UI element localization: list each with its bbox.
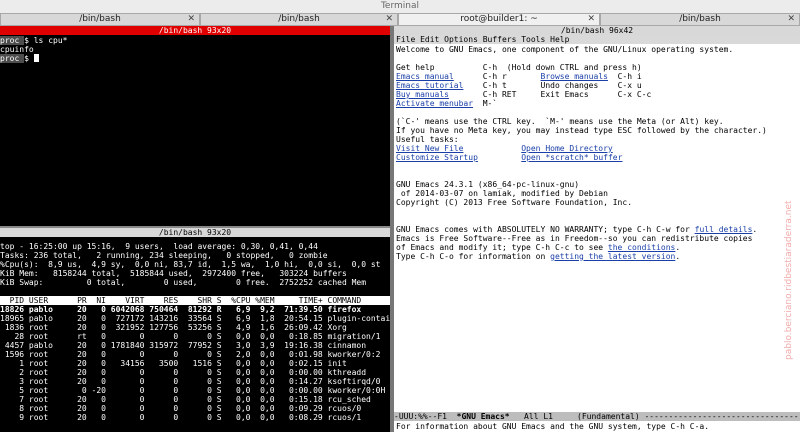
help-item[interactable]: Buy manuals [396,90,449,99]
table-row: 1596 root 20 0 0 0 0 S 2,0 0,0 0:01.98 k… [0,350,381,359]
help-item[interactable]: Emacs tutorial [396,81,463,90]
emacs-menubar[interactable]: File Edit Options Buffers Tools Help [394,35,800,44]
window-title: Terminal [0,0,800,13]
conditions-link[interactable]: the conditions [608,243,675,252]
help-key: C-h r [482,72,507,81]
pane-title: /bin/bash 93x20 [0,26,390,35]
table-row: 9 root 20 0 0 0 0 S 0,0 0,0 0:08.29 rcuo… [0,413,362,422]
table-row: 18826 pablo 20 0 6042068 750464 81292 R … [0,305,362,314]
process-table-header: PID USER PR NI VIRT RES SHR S %CPU %MEM … [0,296,390,305]
prompt-label: proc [0,36,20,45]
full-details-link[interactable]: full details [695,225,753,234]
help-line: Activate menubar M-` [396,99,541,108]
table-row: 2 root 20 0 0 0 0 S 0,0 0,0 0:00.00 kthr… [0,368,367,377]
cursor [33,54,39,62]
help-key: M-` [482,99,498,108]
help-item[interactable]: Emacs manual [396,72,454,81]
tab-label: /bin/bash [278,14,320,24]
task-link[interactable]: Customize Startup [396,153,478,162]
terminal-pane-bottom-left[interactable]: /bin/bash 93x20 top - 16:25:00 up 15:16,… [0,228,390,432]
top-summary: top - 16:25:00 up 15:16, 9 users, load a… [0,242,381,287]
help-key: C-h RET [482,90,517,99]
help-key: C-h (Hold down CTRL and press h) [482,63,642,72]
table-row: 7 root 20 0 0 0 0 S 0,0 0,0 0:15.18 rcu_… [0,395,371,404]
emacs-buffer: Welcome to GNU Emacs, one component of t… [396,45,767,261]
terminal-pane-top-left[interactable]: /bin/bash 93x20 proc $ ls cpu* cpuinfo p… [0,26,390,226]
table-row: 8 root 20 0 0 0 0 S 0,0 0,0 0:09.29 rcuo… [0,404,362,413]
task-line: Visit New File Open Home Directory [396,144,613,153]
emacs-echo-area: For information about GNU Emacs and the … [396,422,710,431]
emacs-modeline: -UUU:%%--F1 *GNU Emacs* All L1 (Fundamen… [394,412,800,421]
task-link[interactable]: Visit New File [396,144,463,153]
help-item[interactable]: Activate menubar [396,99,473,108]
latest-version-link[interactable]: getting the latest version [550,252,675,261]
table-row: 28 root rt 0 0 0 0 S 0,0 0,0 0:18.85 mig… [0,332,381,341]
close-icon[interactable]: ✕ [787,14,795,25]
help-key: C-x C-c [617,90,652,99]
tab-label: root@builder1: ~ [460,14,538,24]
help-line: Emacs manual C-h r Browse manuals C-h i [396,72,642,81]
close-icon[interactable]: ✕ [187,14,195,25]
close-icon[interactable]: ✕ [587,14,595,25]
process-table: 18826 pablo 20 0 6042068 750464 81292 R … [0,305,390,422]
table-row: 18965 pablo 20 0 727172 143216 33564 S 6… [0,314,390,323]
task-link[interactable]: Open Home Directory [521,144,613,153]
pane-title: /bin/bash 96x42 [394,26,800,35]
tab-root-builder[interactable]: root@builder1: ~ ✕ [398,13,600,26]
watermark: pablo.berciano.ridbestiaraderra.net [784,200,794,360]
buffer-name: *GNU Emacs* [456,412,510,421]
command-output: cpuinfo [0,45,34,54]
table-row: 3 root 20 0 0 0 0 S 0,0 0,0 0:14.27 ksof… [0,377,381,386]
close-icon[interactable]: ✕ [385,14,393,25]
welcome-text: Welcome to GNU Emacs, one component of t… [396,45,734,54]
tab-label: /bin/bash [79,14,121,24]
task-line: Customize Startup Open *scratch* buffer [396,153,622,162]
help-key: C-h t [482,81,507,90]
help-item[interactable]: Browse manuals [541,72,608,81]
tab-bash-2[interactable]: /bin/bash ✕ [200,13,398,26]
help-item: Undo changes [540,81,599,90]
help-key: C-h i [617,72,642,81]
table-row: 1836 root 20 0 321952 127756 53256 S 4,9… [0,323,347,332]
help-item: Get help [396,63,435,72]
help-line: Buy manuals C-h RET Exit Emacs C-x C-c [396,90,651,99]
tab-bash-3[interactable]: /bin/bash ✕ [600,13,800,26]
table-row: 1 root 20 0 34156 3500 1516 S 0,0 0,0 0:… [0,359,347,368]
help-line: Get help C-h (Hold down CTRL and press h… [396,63,646,72]
tab-label: /bin/bash [679,14,721,24]
task-link[interactable]: Open *scratch* buffer [521,153,622,162]
table-row: 4457 pablo 20 0 1781840 315972 77952 S 3… [0,341,367,350]
terminal-output: proc $ ls cpu* cpuinfo proc $ [0,36,68,63]
command-text: ls cpu* [28,36,68,45]
terminal-pane-right[interactable]: /bin/bash 96x42 File Edit Options Buffer… [394,26,800,432]
table-row: 5 root 0 -20 0 0 0 S 0,0 0,0 0:00.00 kwo… [0,386,386,395]
help-key: C-x u [617,81,642,90]
help-item: Exit Emacs [540,90,589,99]
tab-bash-1[interactable]: /bin/bash ✕ [0,13,200,26]
pane-title: /bin/bash 93x20 [0,228,390,237]
help-line: Emacs tutorial C-h t Undo changes C-x u [396,81,642,90]
